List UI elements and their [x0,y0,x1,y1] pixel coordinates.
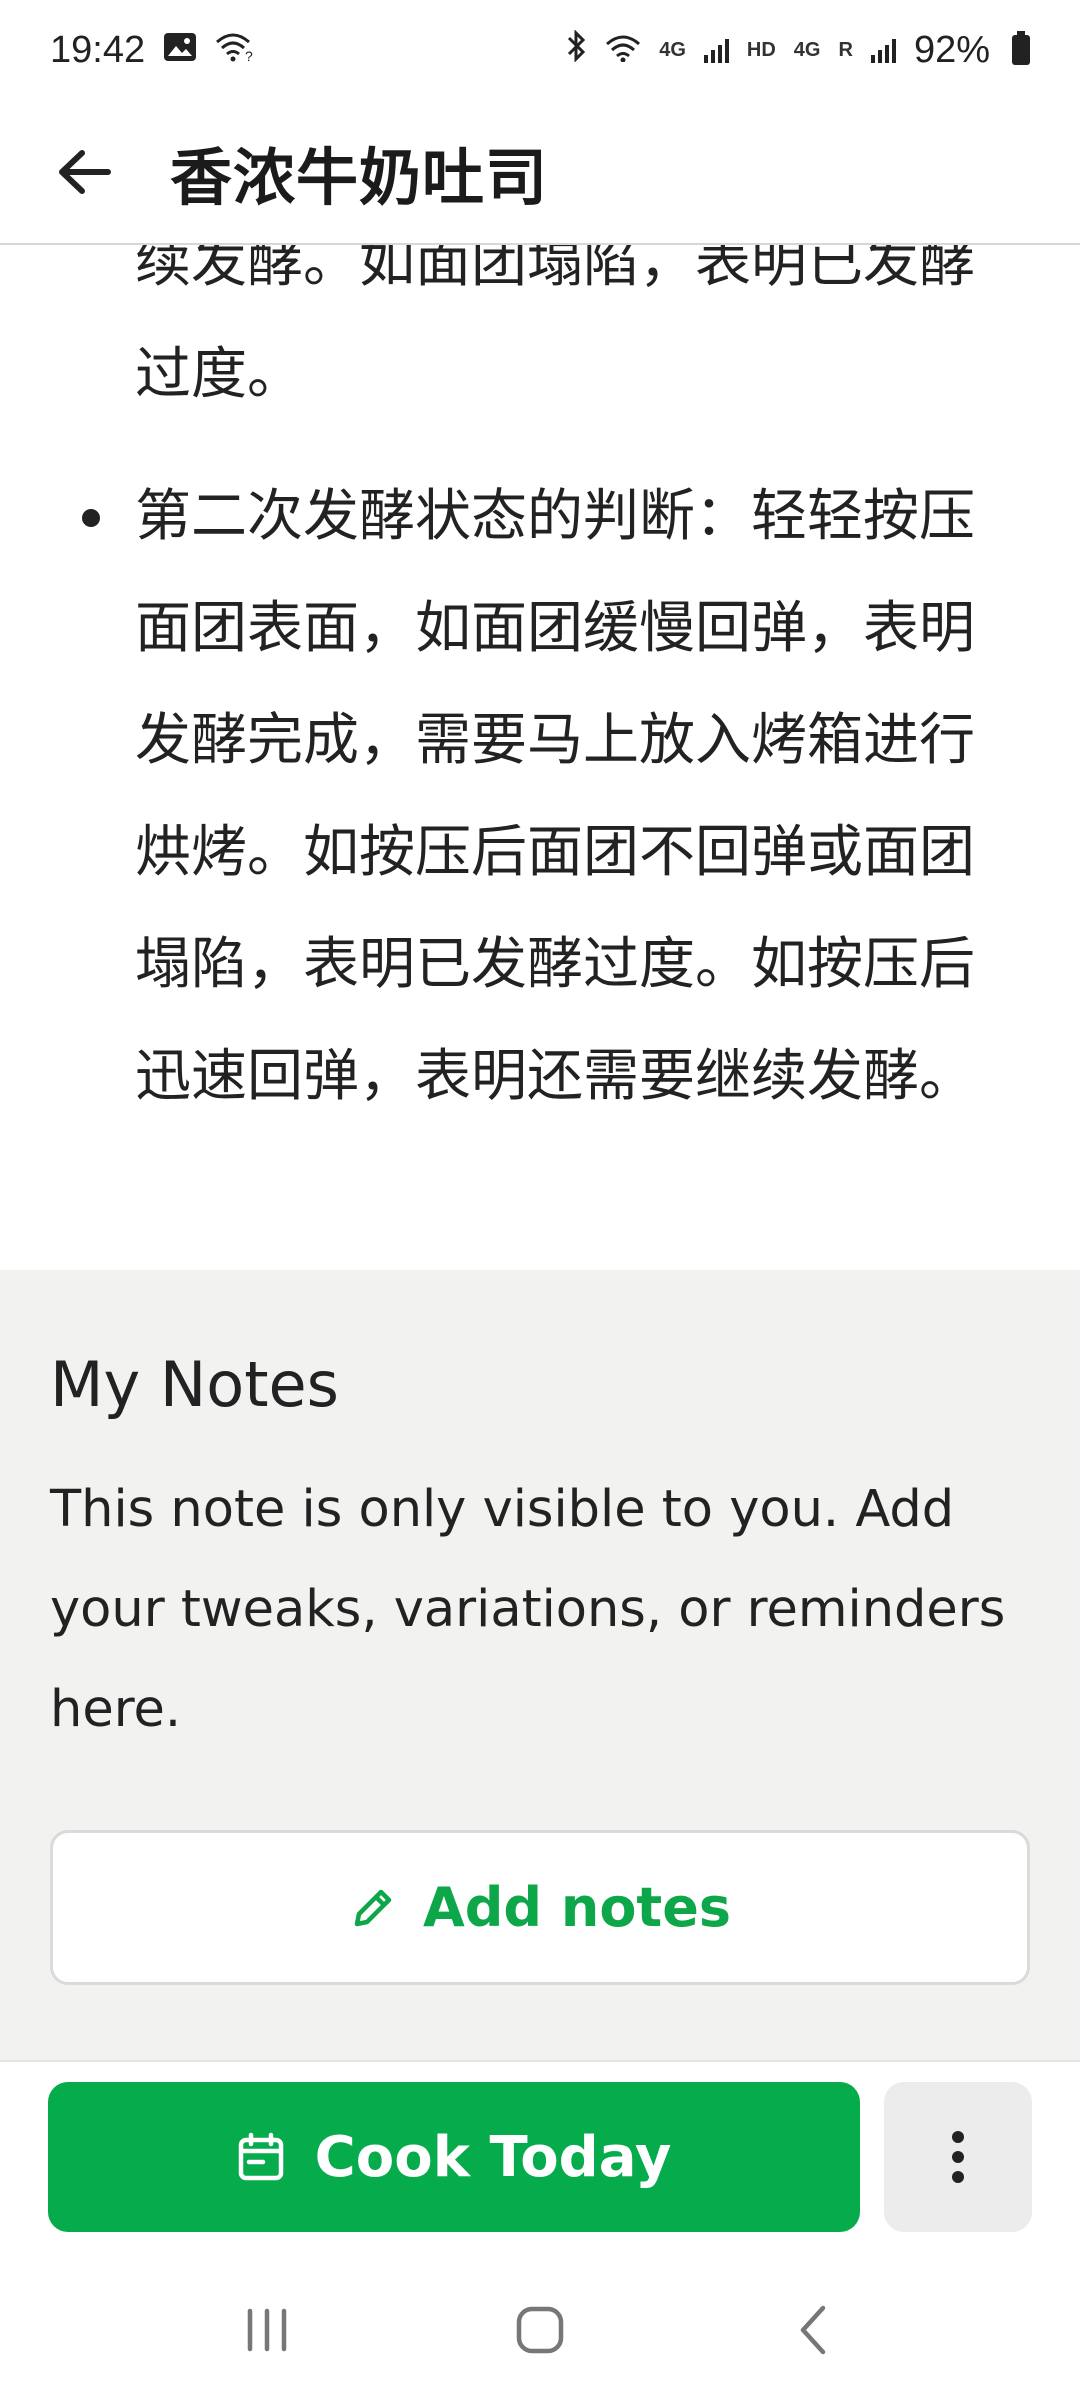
recent-apps-button[interactable] [207,2280,327,2380]
arrow-left-icon [59,149,111,194]
roaming-label: R [838,38,853,61]
instructions-list: …按压后迅速回弹，表明还需要继续发酵。如面团塌陷，表明已发酵过度。 第二次发酵状… [0,245,1080,1163]
notes-section: My Notes This note is only visible to yo… [0,1270,1080,2060]
add-notes-label: Add notes [422,1876,732,1939]
notes-description: This note is only visible to you. Add yo… [50,1480,1006,1739]
gallery-icon [163,29,197,72]
more-vertical-icon [952,2131,964,2183]
app-header: 香浓牛奶吐司 [0,100,1080,245]
instruction-text: …按压后迅速回弹，表明还需要继续发酵。如面团塌陷，表明已发酵过度。 [135,245,975,407]
home-button[interactable] [480,2280,600,2380]
network-hd-label: HD [746,38,776,61]
signal-icon-2 [870,37,896,63]
chevron-left-icon [801,2305,826,2355]
bluetooth-icon [565,28,587,72]
status-time: 19:42 [50,28,146,71]
instruction-text: 第二次发酵状态的判断：轻轻按压面团表面，如面团缓慢回弹，表明发酵完成，需要马上放… [135,484,975,1109]
instruction-item: 第二次发酵状态的判断：轻轻按压面团表面，如面团缓慢回弹，表明发酵完成，需要马上放… [0,461,1080,1133]
status-left: 19:42 ? [50,29,253,72]
bullet-icon [82,509,100,527]
battery-icon [1012,31,1030,65]
back-nav-button[interactable] [753,2280,873,2380]
back-button[interactable] [0,99,170,244]
home-icon [516,2306,564,2354]
network-4g-label: 4G [659,38,686,61]
battery-percent: 92% [913,28,990,71]
status-bar: 19:42 ? 4G HD 4G R 92% [0,0,1080,100]
network-4g-label-2: 4G [793,38,821,61]
cook-today-label: Cook Today [314,2124,672,2190]
recent-apps-icon [247,2308,286,2352]
more-options-button[interactable] [884,2082,1032,2232]
add-notes-button[interactable]: Add notes [50,1830,1030,1985]
wifi-question-icon: ? [215,29,253,72]
page-title: 香浓牛奶吐司 [170,140,549,214]
svg-text:?: ? [245,48,253,62]
instruction-item: …按压后迅速回弹，表明还需要继续发酵。如面团塌陷，表明已发酵过度。 [0,245,1080,431]
calendar-icon [238,2132,283,2181]
cook-today-button[interactable]: Cook Today [48,2082,860,2232]
notes-title: My Notes [50,1348,339,1421]
status-right: 4G HD 4G R 92% [565,29,1030,72]
wifi-icon [605,29,641,72]
bottom-action-bar: Cook Today [0,2060,1080,2260]
instructions-viewport[interactable]: …按压后迅速回弹，表明还需要继续发酵。如面团塌陷，表明已发酵过度。 第二次发酵状… [0,245,1080,1270]
system-nav-bar [0,2260,1080,2400]
pencil-icon [354,1889,392,1926]
signal-icon [703,37,729,63]
